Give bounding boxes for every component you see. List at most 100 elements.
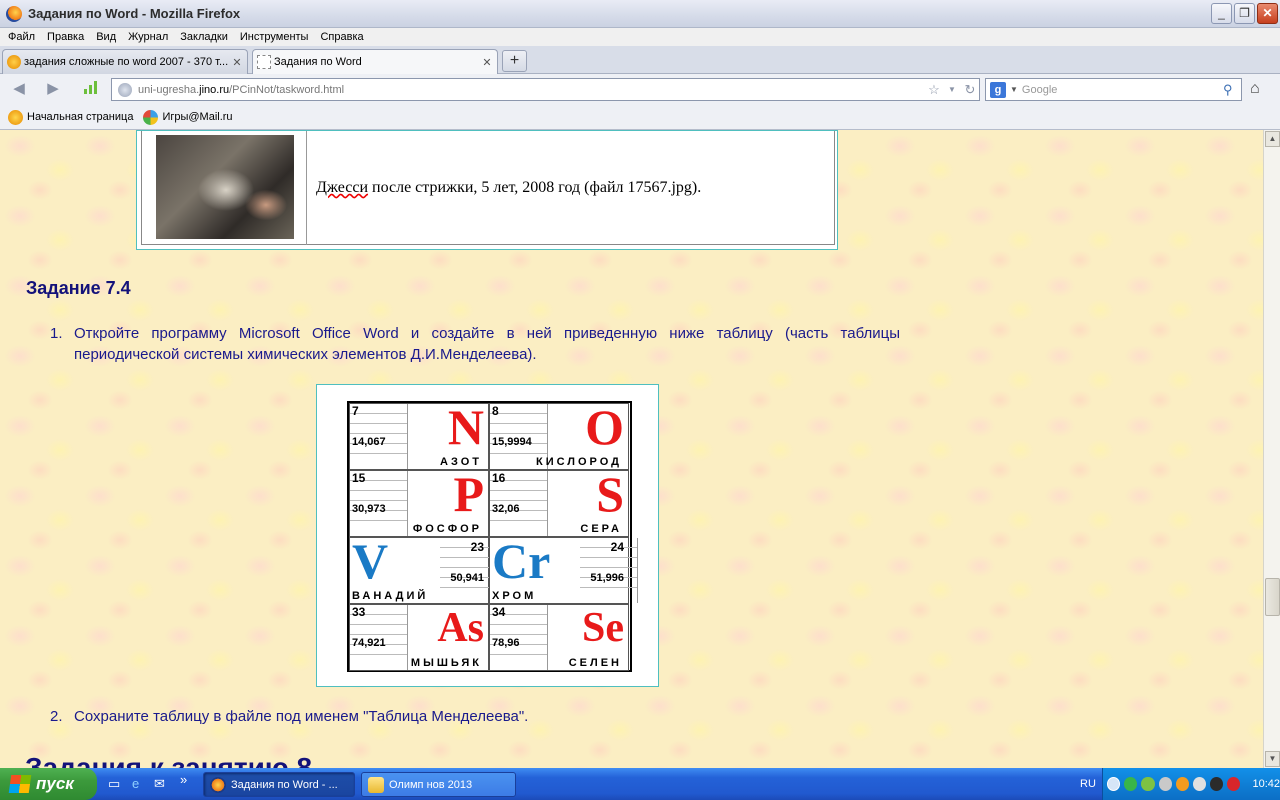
element-name: СЕРА xyxy=(580,523,622,535)
minimize-button[interactable]: _ xyxy=(1211,3,1232,24)
engine-dropdown-icon[interactable]: ▼ xyxy=(1010,85,1018,94)
windows-logo-icon xyxy=(8,775,32,793)
tray-network-icon[interactable] xyxy=(1141,777,1155,791)
taskbar: пуск ▭ e ✉ » Задания по Word - ... Олимп… xyxy=(0,768,1280,800)
task-title: Задание 7.4 xyxy=(26,278,131,298)
taskbar-firefox[interactable]: Задания по Word - ... xyxy=(203,772,355,797)
bookmark-start-page[interactable]: Начальная страница xyxy=(8,109,133,125)
reload-icon[interactable]: ↻ xyxy=(961,82,979,98)
element-symbol: V xyxy=(352,533,389,589)
atomic-mass: 30,973 xyxy=(352,503,386,515)
navigation-bar: ◀ ▶ uni-ugresha.jino.ru/PCinNot/taskword… xyxy=(0,74,1280,105)
dog-photo xyxy=(156,135,294,239)
element-cell: 8 15,9994 O КИСЛОРОД xyxy=(489,402,629,470)
element-name: ХРОМ xyxy=(492,590,537,602)
bookmark-games[interactable]: Игры@Mail.ru xyxy=(143,109,233,125)
mailru-icon xyxy=(8,109,23,125)
google-engine-icon[interactable]: g xyxy=(990,81,1006,98)
atomic-number: 24 xyxy=(610,540,624,554)
atomic-mass: 15,9994 xyxy=(492,436,532,448)
quicklaunch-more-icon[interactable]: » xyxy=(180,772,187,787)
menu-history[interactable]: Журнал xyxy=(122,31,174,43)
element-symbol: P xyxy=(453,466,484,522)
tray-volume-icon[interactable] xyxy=(1210,777,1224,791)
element-cell: 23 50,941 V ВАНАДИЙ xyxy=(349,533,498,604)
tab-search-results[interactable]: задания сложные по word 2007 - 370 т... … xyxy=(2,49,248,74)
tray-display-icon[interactable] xyxy=(1192,777,1207,791)
next-section-heading: Задания к занятию 8 xyxy=(25,752,313,768)
atomic-number: 23 xyxy=(470,540,484,554)
search-icon[interactable]: ⚲ xyxy=(1223,82,1241,98)
menu-tools[interactable]: Инструменты xyxy=(234,31,315,43)
atomic-number: 34 xyxy=(492,605,506,619)
menu-file[interactable]: Файл xyxy=(2,31,41,43)
tab-close-icon[interactable]: ✕ xyxy=(231,56,243,69)
bookmark-star-icon[interactable]: ☆ xyxy=(925,82,943,98)
atomic-mass: 50,941 xyxy=(450,572,484,584)
forward-button[interactable]: ▶ xyxy=(42,80,64,100)
atomic-mass: 74,921 xyxy=(352,637,386,649)
system-tray: 10:42 xyxy=(1102,768,1280,800)
atomic-number: 8 xyxy=(492,404,499,418)
url-text[interactable]: uni-ugresha.jino.ru/PCinNot/taskword.htm… xyxy=(138,84,925,96)
tab-close-icon[interactable]: ✕ xyxy=(481,56,493,69)
atomic-number: 16 xyxy=(492,471,506,485)
clock: 10:42 xyxy=(1252,778,1280,790)
window-titlebar[interactable]: Задания по Word - Mozilla Firefox _ ❐ ✕ xyxy=(0,0,1280,28)
tray-icq-icon[interactable] xyxy=(1124,777,1138,791)
periodic-table: 7 14,067 N АЗОТ 8 15,9994 O КИСЛОРОД 15 30,973 P ФО… xyxy=(347,401,638,672)
scroll-up-icon[interactable]: ▲ xyxy=(1265,131,1280,147)
folder-icon xyxy=(368,776,384,793)
search-input[interactable]: Google xyxy=(1022,84,1223,96)
close-button[interactable]: ✕ xyxy=(1257,3,1278,24)
tray-update-icon[interactable] xyxy=(1175,777,1189,791)
atomic-mass: 78,96 xyxy=(492,637,520,649)
page-favicon-icon xyxy=(257,55,271,69)
scroll-down-icon[interactable]: ▼ xyxy=(1265,751,1280,767)
element-cell: 33 74,921 As МЫШЬЯК xyxy=(349,604,489,671)
quicklaunch-mail-icon[interactable]: ✉ xyxy=(154,776,165,792)
signal-icon xyxy=(80,80,102,100)
tray-icon[interactable] xyxy=(1158,777,1172,791)
atomic-number: 7 xyxy=(352,404,359,418)
menu-view[interactable]: Вид xyxy=(90,31,122,43)
periodic-table-image: 7 14,067 N АЗОТ 8 15,9994 O КИСЛОРОД 15 30,973 P ФО… xyxy=(316,384,659,687)
element-cell: 34 78,96 Se СЕЛЕН xyxy=(489,604,629,671)
search-bar[interactable]: g ▼ Google ⚲ xyxy=(985,78,1242,101)
element-cell: 24 51,996 Cr ХРОМ xyxy=(489,536,638,604)
new-tab-button[interactable]: + xyxy=(502,50,527,72)
tab-word-tasks[interactable]: Задания по Word ✕ xyxy=(252,49,498,74)
language-indicator[interactable]: RU xyxy=(1080,778,1096,790)
globe-icon xyxy=(118,82,132,97)
step-1: 1. Откройте программу Microsoft Office W… xyxy=(50,325,900,363)
element-symbol: S xyxy=(596,466,624,522)
tray-antivirus-icon[interactable] xyxy=(1227,777,1241,791)
url-dropdown-icon[interactable]: ▼ xyxy=(943,85,961,94)
search-favicon-icon xyxy=(7,55,21,69)
vertical-scrollbar[interactable]: ▲ ▼ xyxy=(1263,130,1280,768)
tray-collapse-icon[interactable] xyxy=(1107,777,1121,791)
element-cell: 15 30,973 P ФОСФОР xyxy=(349,466,489,537)
window-controls: _ ❐ ✕ xyxy=(1211,3,1278,24)
atomic-mass: 32,06 xyxy=(492,503,520,515)
bookmarks-toolbar: Начальная страница Игры@Mail.ru xyxy=(0,105,1280,130)
menu-help[interactable]: Справка xyxy=(314,31,369,43)
element-name: СЕЛЕН xyxy=(568,657,622,669)
photo-table: Джесси после стрижки, 5 лет, 2008 год (ф… xyxy=(136,130,838,250)
page-content[interactable]: Джесси после стрижки, 5 лет, 2008 год (ф… xyxy=(0,130,1263,768)
quicklaunch-ie-icon[interactable]: e xyxy=(132,776,139,791)
home-icon[interactable]: ⌂ xyxy=(1250,80,1272,98)
element-name: ФОСФОР xyxy=(412,523,482,535)
atomic-mass: 51,996 xyxy=(590,572,624,584)
quicklaunch-desktop-icon[interactable]: ▭ xyxy=(108,776,120,792)
element-cell: 16 32,06 S СЕРА xyxy=(489,466,629,537)
maximize-button[interactable]: ❐ xyxy=(1234,3,1255,24)
address-bar[interactable]: uni-ugresha.jino.ru/PCinNot/taskword.htm… xyxy=(111,78,980,101)
menu-bookmarks[interactable]: Закладки xyxy=(174,31,234,43)
start-button[interactable]: пуск xyxy=(0,768,97,800)
scroll-thumb[interactable] xyxy=(1265,578,1280,616)
back-button[interactable]: ◀ xyxy=(8,80,30,100)
taskbar-folder[interactable]: Олимп нов 2013 xyxy=(361,772,516,797)
element-symbol: As xyxy=(437,605,484,651)
menu-edit[interactable]: Правка xyxy=(41,31,90,43)
